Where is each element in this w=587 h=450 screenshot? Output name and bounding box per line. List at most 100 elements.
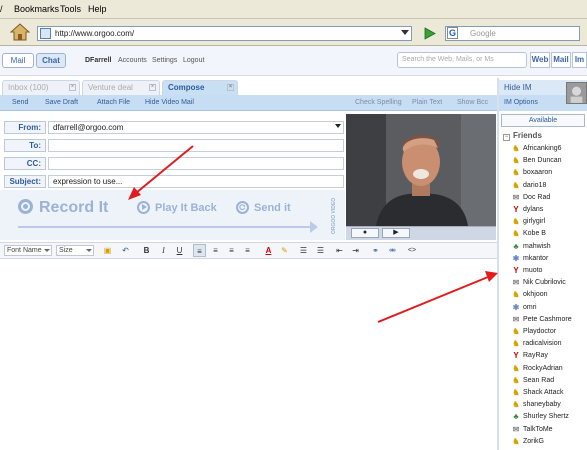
home-icon[interactable] — [10, 22, 30, 42]
show-bcc-button[interactable]: Show Bcc — [457, 99, 488, 106]
cc-button[interactable]: CC: — [4, 157, 46, 170]
friend-list-item[interactable]: ♞ radicalvision — [512, 339, 561, 351]
friend-list-item[interactable]: Ydylans — [512, 205, 543, 217]
align-right-icon[interactable]: ≡ — [225, 244, 238, 257]
cc-field[interactable] — [48, 157, 344, 170]
friend-list-item[interactable]: ♞ Playdoctor — [512, 327, 556, 339]
paste-icon[interactable]: ▣ — [101, 244, 114, 257]
ordered-list-icon[interactable]: ☰ — [297, 244, 310, 257]
browser-search-input[interactable]: Google — [445, 26, 580, 41]
status-select[interactable]: Available — [501, 114, 585, 127]
friend-list-item[interactable]: ✉ Pete Cashmore — [512, 315, 572, 327]
playback-button[interactable]: ▶ — [382, 228, 410, 238]
friend-list-item[interactable]: ♞ dario18 — [512, 181, 546, 193]
presence-gt-icon: ✉ — [512, 278, 520, 288]
friend-list-item[interactable]: ♞ boxaaron — [512, 168, 552, 180]
save-draft-button[interactable]: Save Draft — [45, 99, 78, 106]
justify-icon[interactable]: ≡ — [241, 244, 254, 257]
friends-group-header[interactable]: − Friends — [503, 131, 542, 141]
text-color-button[interactable]: A — [262, 244, 275, 257]
menu-item-help[interactable]: Help — [88, 4, 107, 14]
hide-video-mail-button[interactable]: Hide Video Mail — [145, 99, 194, 106]
friend-list-item[interactable]: ♞ Sean Rad — [512, 376, 554, 388]
record-it-button[interactable]: Record It — [39, 199, 108, 217]
record-stop-button[interactable]: ● — [351, 228, 379, 238]
friend-list-item[interactable]: ✉ Doc Rad — [512, 193, 551, 205]
plain-text-button[interactable]: Plain Text — [412, 99, 442, 106]
orgoo-search-input[interactable]: Search the Web, Mails, or Ms — [397, 52, 527, 68]
friend-list-item[interactable]: ✱ omri — [512, 303, 537, 315]
friend-list-item[interactable]: ♣ mahwish — [512, 241, 551, 254]
from-select[interactable]: dfarrell@orgoo.com — [48, 121, 344, 134]
friend-list-item[interactable]: ✉ TalkToMe — [512, 425, 553, 437]
highlight-icon[interactable]: ✎ — [278, 244, 291, 257]
link-icon[interactable]: ⚭ — [369, 244, 382, 257]
html-source-button[interactable]: <> — [404, 244, 420, 257]
to-button[interactable]: To: — [4, 139, 46, 152]
friend-list-item[interactable]: ♞ Kobe B — [512, 229, 546, 241]
friend-list-item[interactable]: ♞ girlygirl — [512, 217, 545, 229]
menu-item-partial[interactable]: / — [0, 4, 3, 14]
accounts-link[interactable]: Accounts — [118, 57, 147, 64]
menu-item-tools[interactable]: Tools — [60, 4, 81, 14]
close-icon[interactable]: × — [69, 84, 76, 91]
tab-compose[interactable]: Compose × — [162, 80, 238, 95]
google-engine-icon[interactable]: G — [447, 27, 458, 39]
align-center-icon[interactable]: ≡ — [209, 244, 222, 257]
friend-list-item[interactable]: Y RayRay — [512, 351, 548, 363]
tab-inbox[interactable]: Inbox (100) × — [2, 80, 80, 95]
unordered-list-icon[interactable]: ☰ — [314, 244, 327, 257]
friend-list-item[interactable]: ♞ ZorikG — [512, 437, 544, 449]
friend-list-item[interactable]: ♞ RockyAdrian — [512, 364, 562, 376]
close-icon[interactable]: × — [227, 84, 234, 91]
presence-msn-icon: ♣ — [513, 241, 519, 251]
friend-list-item[interactable]: ♞ Ben Duncan — [512, 156, 561, 168]
friend-list-item[interactable]: ✉ Nik Cubrilovic — [512, 278, 566, 290]
check-spelling-button[interactable]: Check Spelling — [355, 99, 402, 106]
align-left-icon[interactable]: ≡ — [193, 244, 206, 257]
friend-list-item[interactable]: ♣ Shurley Shertz — [512, 412, 569, 424]
url-dropdown-icon[interactable] — [401, 30, 409, 35]
send-it-button[interactable]: Send it — [254, 202, 291, 214]
go-arrow-icon[interactable] — [422, 26, 437, 41]
logout-link[interactable]: Logout — [183, 57, 204, 64]
send-button[interactable]: Send — [12, 99, 28, 106]
undo-icon[interactable]: ↶ — [119, 244, 132, 257]
search-web-button[interactable]: Web — [530, 52, 550, 68]
chevron-down-icon[interactable] — [335, 124, 341, 128]
underline-button[interactable]: U — [173, 244, 186, 257]
search-im-button[interactable]: Im — [572, 52, 587, 68]
tab-mail[interactable]: Mail — [2, 53, 34, 68]
url-field[interactable]: http://www.orgoo.com/ — [37, 26, 412, 41]
attach-file-button[interactable]: Attach File — [97, 99, 130, 106]
play-it-back-button[interactable]: Play It Back — [155, 202, 217, 214]
friend-list-item[interactable]: ♞ Shack Attack — [512, 388, 563, 400]
friend-list-item[interactable]: ♞ shaneybaby — [512, 400, 560, 412]
close-icon[interactable]: × — [149, 84, 156, 91]
tab-venture-deal[interactable]: Venture deal × — [82, 80, 160, 95]
avatar[interactable] — [566, 82, 587, 104]
friend-list-item[interactable]: ♞ Africanking6 — [512, 144, 561, 156]
collapse-icon[interactable]: − — [503, 134, 510, 141]
settings-link[interactable]: Settings — [152, 57, 177, 64]
friend-list-item[interactable]: ♞ okhjoon — [512, 290, 547, 302]
message-body-editor[interactable] — [0, 260, 497, 450]
presence-aim-icon: ♞ — [512, 400, 520, 410]
friend-list-item[interactable]: ✱ mkantor — [512, 254, 549, 266]
font-name-select[interactable]: Font Name — [4, 245, 52, 256]
subject-field[interactable]: expression to use... — [48, 175, 344, 188]
friend-list-item[interactable]: Ymuoto — [512, 266, 542, 278]
tab-chat[interactable]: Chat — [36, 53, 66, 68]
indent-icon[interactable]: ⇥ — [349, 244, 362, 257]
unlink-icon[interactable]: ⚮ — [386, 244, 399, 257]
search-mail-button[interactable]: Mail — [551, 52, 571, 68]
friend-name: mahwish — [523, 242, 551, 250]
font-size-select[interactable]: Size — [56, 245, 94, 256]
font-name-label: Font Name — [7, 247, 42, 254]
menu-item-bookmarks[interactable]: Bookmarks — [14, 4, 59, 14]
outdent-icon[interactable]: ⇤ — [333, 244, 346, 257]
to-field[interactable] — [48, 139, 344, 152]
italic-button[interactable]: I — [157, 244, 170, 257]
bold-button[interactable]: B — [140, 244, 153, 257]
presence-yh-icon: Y — [513, 266, 519, 275]
